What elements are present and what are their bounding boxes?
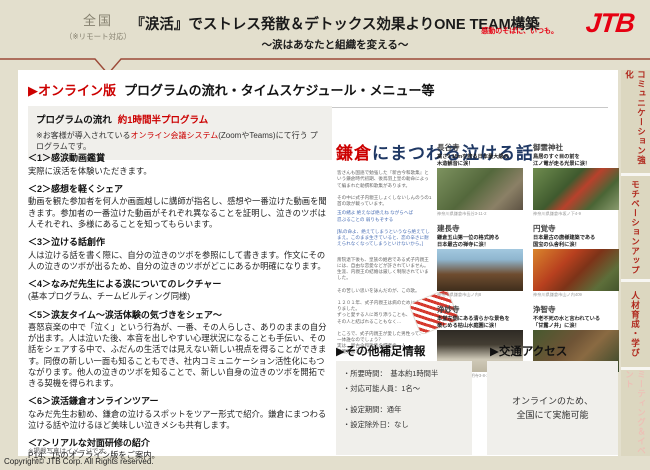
program-duration: 約1時間半プログラム [118, 115, 209, 126]
jtb-logo: JTB [584, 8, 635, 39]
program-flow-box: プログラムの流れ約1時間半プログラム ※お客様が導入されているオンライン会議シス… [28, 106, 332, 160]
step-1: ＜1＞感涙動画鑑賞 実際に涙活を体験いただきます。 [28, 153, 330, 177]
temple-kenchoji: 建長寺 鎌倉五山第一位の格式誇る 日本最古の禅寺に涙！ 神奈川県鎌倉市山ノ内8 [437, 223, 523, 298]
temple-name: 御霊神社 [533, 142, 619, 153]
temple-engakuji: 円覚寺 日本最古の唐様建築である 国宝の仏舎利に涙！ 神奈川県鎌倉市山ノ内409 [533, 223, 619, 298]
step-1-title: ＜1＞感涙動画鑑賞 [28, 153, 330, 165]
step-6-body: なみだ先生お勧め、鎌倉の泣けるスポットをツアー形式で紹介。鎌倉にまつわる泣ける話… [28, 409, 330, 431]
supplementary-info-heading: ▶その他補足情報 [336, 343, 425, 359]
step-3-body: 人は泣ける話を書く際に、自分の泣きのツボを参照にして書きます。作文にその人の泣き… [28, 250, 330, 272]
story-poem: 玉の緒よ 絶えなば絶えね ながらへば 忍ぶることの 弱りもぞする [私の命よ、絶… [337, 210, 433, 247]
step-5-body: 喜怒哀楽の中で「泣く」という行為が、一番、その人らしさ、ありのままの自分が出ます… [28, 322, 330, 389]
photo-disclaimer: ※掲載写真はイメージです。 [28, 445, 111, 455]
info-period: ・設定期間：通年 [343, 405, 465, 415]
temple-address: 神奈川県鎌倉市長谷3-11-2 [437, 211, 523, 217]
jtb-tagline: 感動のそばに、いつも。 [481, 26, 558, 36]
temple-address: 神奈川県鎌倉市山ノ内8 [437, 292, 523, 298]
info-duration: ・所要時間： 基本約1時間半 [343, 369, 465, 379]
step-4-body: (基本プログラム、チームビルディング同様) [28, 291, 330, 302]
temple-photo [437, 249, 523, 291]
brochure-page: 全国 （※リモート対応） 『涙活』でストレス発散＆デトックス効果よりONE TE… [0, 0, 650, 470]
temple-name: 長谷寺 [437, 142, 523, 153]
online-version-tag: ▶オンライン版 [28, 83, 116, 98]
temple-hasedera: 長谷寺 高さ9.18mを誇る日本最大級の 木造観音に涙！ 神奈川県鎌倉市長谷3-… [437, 142, 523, 217]
access-heading: ▶交通アクセス [490, 343, 567, 359]
story-title-kamakura: 鎌倉 [336, 144, 372, 163]
step-6-title: ＜6＞涙活鎌倉オンラインツアー [28, 396, 330, 408]
temple-desc: 不老不死の水と言われている 「甘露ノ井」に涙！ [533, 316, 619, 329]
temple-desc: 日本最古の唐様建築である 国宝の仏舎利に涙！ [533, 235, 619, 248]
tab-meeting-event[interactable]: ミーティング＆イベント [621, 370, 650, 456]
access-text: オンラインのため、 全国にて実施可能 [512, 394, 593, 423]
temple-goryo-jinja: 御霊神社 鳥居のすぐ目の前を 江ノ電が走る光景に涙！ 神奈川県鎌倉市坂ノ下4-9 [533, 142, 619, 217]
temple-photo [533, 168, 619, 210]
temple-desc: 鳥居のすぐ目の前を 江ノ電が走る光景に涙！ [533, 154, 619, 167]
section-heading: ▶オンライン版プログラムの流れ・タイムスケジュール・メニュー等 [28, 80, 608, 108]
temple-name: 建長寺 [437, 223, 523, 234]
online-meeting-system-text: オンライン会議システム [130, 131, 218, 140]
access-box: オンラインのため、 全国にて実施可能 [487, 361, 618, 455]
temple-name: 浄智寺 [533, 304, 619, 315]
copyright: Copyright© JTB Corp. All Rights reserved… [4, 457, 154, 466]
step-4-title: ＜4＞なみだ先生による涙についてのレクチャー [28, 279, 330, 291]
step-2-title: ＜2＞感想を軽くシェア [28, 184, 330, 196]
tab-communication[interactable]: コミュニケーション強化 [621, 70, 650, 176]
step-5-title: ＜5＞涙友タイム～涙活体験の気づきをシェア～ [28, 310, 330, 322]
step-2-body: 動画を観た参加者を何人か画面越しに講師が指名し、感想や一番泣けた動画を聞きます。… [28, 196, 330, 229]
step-1-body: 実際に涙活を体験いただきます。 [28, 166, 330, 177]
info-excluded-days: ・設定除外日：なし [343, 420, 465, 430]
temple-desc: 高さ9.18mを誇る日本最大級の 木造観音に涙！ [437, 154, 523, 167]
page-subtitle: ～涙はあなたと組織を変える～ [125, 37, 545, 52]
category-tab-bar: コミュニケーション強化 モチベーションアップ 人材育成・学び ミーティング＆イベ… [621, 70, 650, 456]
program-steps: ＜1＞感涙動画鑑賞 実際に涙活を体験いただきます。 ＜2＞感想を軽くシェア 動画… [28, 153, 330, 469]
temple-photo [437, 168, 523, 210]
step-2: ＜2＞感想を軽くシェア 動画を観た参加者を何人か画面越しに講師が指名し、感想や一… [28, 184, 330, 230]
section-heading-text: プログラムの流れ・タイムスケジュール・メニュー等 [124, 83, 434, 98]
step-3-title: ＜3＞泣ける話創作 [28, 237, 330, 249]
tab-motivation[interactable]: モチベーションアップ [621, 176, 650, 282]
step-6: ＜6＞涙活鎌倉オンラインツアー なみだ先生お勧め、鎌倉の泣けるスポットをツアー形… [28, 396, 330, 431]
temple-desc: 本堂左側にある清らかな景色を 楽しめる枯山水庭園に涙！ [437, 316, 523, 329]
temple-address: 神奈川県鎌倉市坂ノ下4-9 [533, 211, 619, 217]
temple-photo [533, 249, 619, 291]
program-flow-label: プログラムの流れ [36, 115, 112, 126]
step-3: ＜3＞泣ける話創作 人は泣ける話を書く際に、自分の泣きのツボを参照にして書きます… [28, 237, 330, 272]
temple-desc: 鎌倉五山第一位の格式誇る 日本最古の禅寺に涙！ [437, 235, 523, 248]
supplementary-info-box: ・所要時間： 基本約1時間半 ・対応可能人員：1名～ ・設定期間：通年 ・設定除… [336, 361, 472, 455]
note-pre: ※お客様が導入されている [36, 131, 130, 140]
temple-name: 浄妙寺 [437, 304, 523, 315]
temple-address: 神奈川県鎌倉市山ノ内409 [533, 292, 619, 298]
temple-name: 円覚寺 [533, 223, 619, 234]
story-paragraph-1: 皆さんも国語で勉強した『新古今和歌集』という鎌倉時代初期、後鳥羽上皇の勅命によっ… [337, 170, 431, 206]
story-text: 皆さんも国語で勉強した『新古今和歌集』という鎌倉時代初期、後鳥羽上皇の勅命によっ… [337, 164, 433, 368]
step-5: ＜5＞涙友タイム～涙活体験の気づきをシェア～ 喜怒哀楽の中で「泣く」という行為が… [28, 310, 330, 389]
tab-hr-development[interactable]: 人材育成・学び [621, 282, 650, 370]
info-capacity: ・対応可能人員：1名～ [343, 384, 465, 394]
program-flow-title: プログラムの流れ約1時間半プログラム [36, 112, 324, 126]
program-flow-note: ※お客様が導入されているオンライン会議システム(ZoomやTeams)にて行う … [36, 131, 324, 153]
step-4: ＜4＞なみだ先生による涙についてのレクチャー (基本プログラム、チームビルディン… [28, 279, 330, 303]
